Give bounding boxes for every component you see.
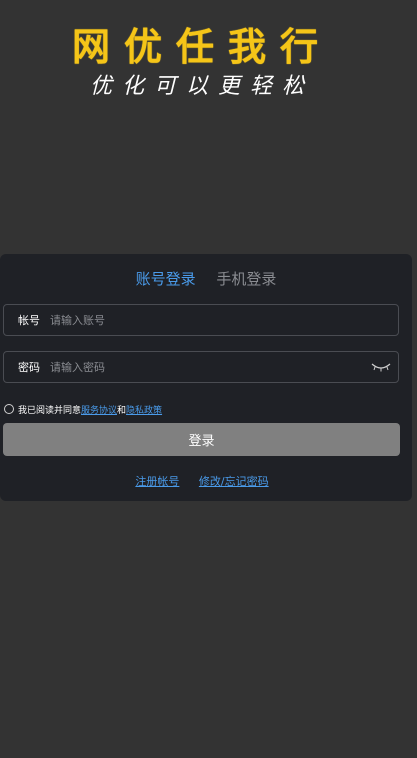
app-title: 网优任我行 <box>71 25 332 69</box>
app-slogan: 优化可以更轻松 <box>89 74 314 99</box>
agreement-radio[interactable] <box>4 404 14 414</box>
agreement-conjunction: 和 <box>117 405 127 416</box>
password-label: 密码 <box>18 361 40 374</box>
footer-links: 注册帐号 修改/忘记密码 <box>0 473 404 489</box>
account-input[interactable] <box>46 306 398 334</box>
register-link[interactable]: 注册帐号 <box>135 475 179 488</box>
login-tabs: 账号登录 手机登录 <box>0 268 412 289</box>
password-input[interactable] <box>46 353 370 381</box>
login-page: 网优任我行 优化可以更轻松 账号登录 手机登录 帐号 密码 <box>0 0 417 758</box>
agreement-row: 我已阅读并同意 服务协议 和 隐私政策 <box>4 402 162 416</box>
agreement-prefix: 我已阅读并同意 <box>18 405 82 416</box>
tab-phone-login[interactable]: 手机登录 <box>216 268 276 289</box>
service-agreement-link[interactable]: 服务协议 <box>81 403 117 416</box>
tab-account-login[interactable]: 账号登录 <box>136 268 196 289</box>
login-button[interactable]: 登录 <box>3 423 400 456</box>
login-card: 账号登录 手机登录 帐号 密码 我已阅读并同意 服务协议 和 <box>0 254 412 501</box>
reset-password-link[interactable]: 修改/忘记密码 <box>199 475 269 488</box>
account-field: 帐号 <box>3 304 399 336</box>
account-label: 帐号 <box>18 314 40 327</box>
password-field: 密码 <box>3 351 399 383</box>
eye-closed-icon[interactable] <box>370 360 392 374</box>
privacy-policy-link[interactable]: 隐私政策 <box>126 403 162 416</box>
